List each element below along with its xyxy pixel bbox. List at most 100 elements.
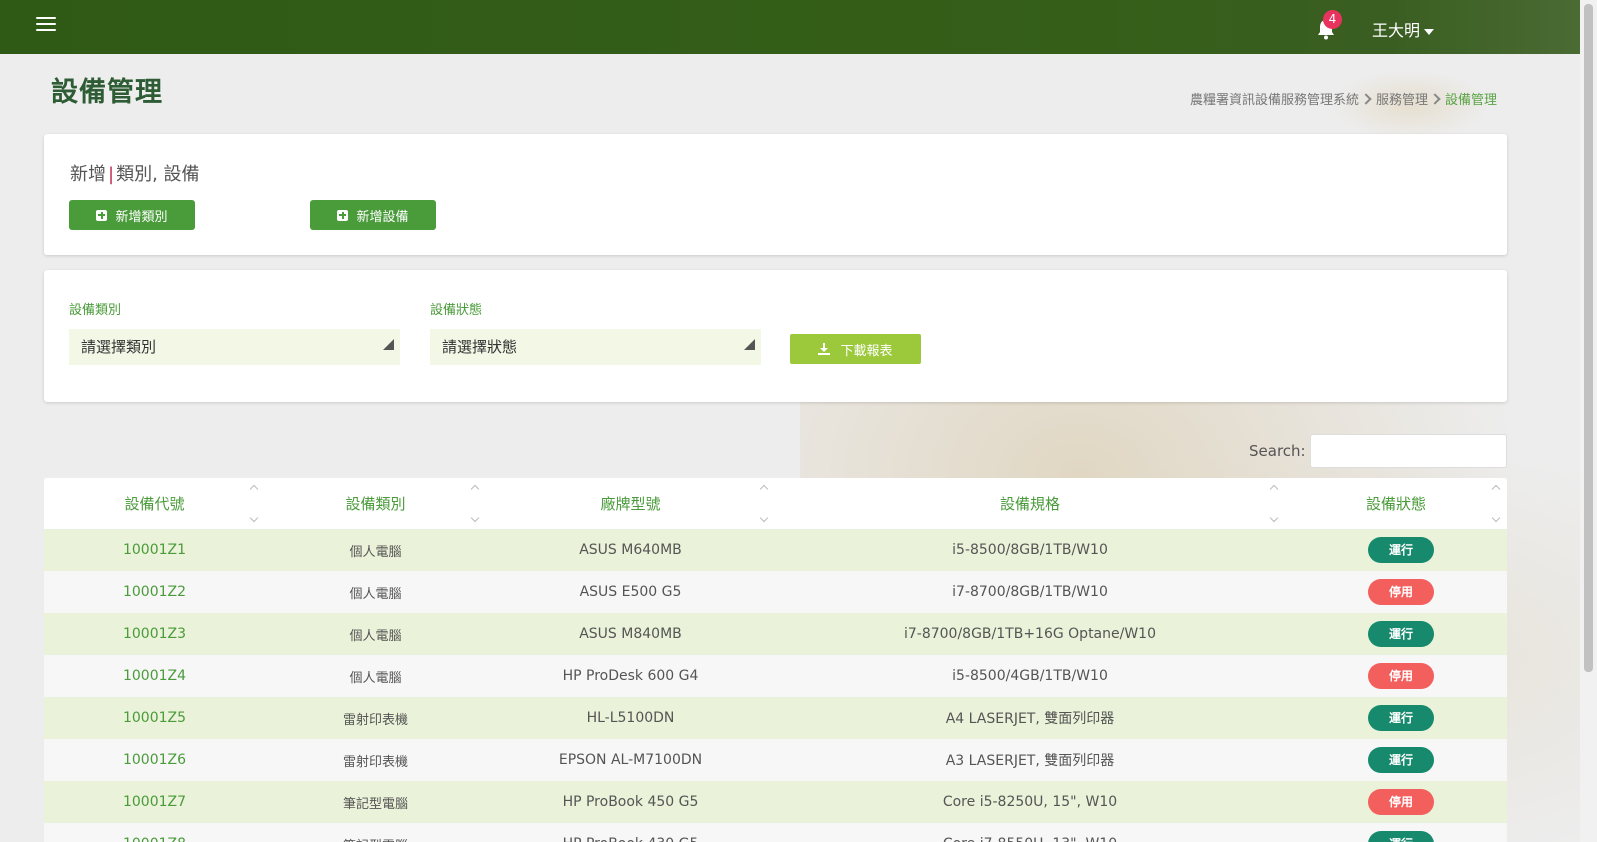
equipment-spec-cell: i5-8500/4GB/1TB/W10 [775, 655, 1285, 697]
category-filter-label: 設備類別 [69, 303, 122, 318]
header-label: 設備代號 [124, 495, 185, 513]
equipment-status-cell: 停用 [1285, 781, 1507, 823]
breadcrumb-item-current: 設備管理 [1444, 93, 1497, 108]
add-category-button[interactable]: 新增類別 [69, 200, 195, 230]
column-header-spec[interactable]: 設備規格 [775, 478, 1285, 529]
status-badge[interactable]: 運行 [1368, 831, 1434, 842]
add-card-title: 新增 | 類別, 設備 [70, 160, 200, 186]
download-report-label: 下載報表 [840, 343, 893, 359]
status-badge[interactable]: 運行 [1368, 537, 1434, 563]
equipment-model-cell: HP ProDesk 600 G4 [486, 655, 775, 697]
chevron-right-icon [1429, 93, 1441, 105]
header-label: 廠牌型號 [600, 495, 661, 513]
status-badge[interactable]: 運行 [1368, 747, 1434, 773]
equipment-model-cell: HP ProBook 450 G5 [486, 781, 775, 823]
header-label: 設備類別 [345, 495, 406, 513]
table-row[interactable]: 10001Z3 個人電腦 ASUS M840MB i7-8700/8GB/1TB+16… [44, 613, 1507, 655]
equipment-category-cell: 雷射印表機 [265, 739, 486, 781]
breadcrumb-item-service[interactable]: 服務管理 [1376, 93, 1428, 108]
equipment-category-cell: 個人電腦 [265, 571, 486, 613]
table-row[interactable]: 10001Z5 雷射印表機 HL-L5100DN A4 LASERJET, 雙面列印器… [44, 697, 1507, 739]
download-report-button[interactable]: 下載報表 [790, 334, 921, 364]
equipment-status-cell: 停用 [1285, 655, 1507, 697]
equipment-table-container: 設備代號 設備類別 廠牌型號 設備規格 設備狀態 10001Z1 個人電腦 ASUS… [44, 478, 1507, 842]
add-card-title-prefix: 新增 [70, 164, 106, 185]
sort-up-icon [1491, 484, 1501, 494]
equipment-table: 設備代號 設備類別 廠牌型號 設備規格 設備狀態 10001Z1 個人電腦 ASUS… [44, 478, 1507, 842]
table-row[interactable]: 10001Z8筆記型電腦HP ProBook 430 G5Core i7-855… [44, 823, 1507, 842]
status-badge[interactable]: 停用 [1368, 663, 1434, 689]
add-equipment-button[interactable]: 新增設備 [310, 200, 436, 230]
table-row[interactable]: 10001Z2 個人電腦 ASUS E500 G5 i7-8700/8GB/1TB/W… [44, 571, 1507, 613]
equipment-code-cell[interactable]: 10001Z7 [44, 781, 265, 823]
sort-down-icon [759, 513, 769, 523]
sort-down-icon [1269, 513, 1279, 523]
equipment-spec-cell: i7-8700/8GB/1TB+16G Optane/W10 [775, 613, 1285, 655]
sort-down-icon [470, 513, 480, 523]
table-row[interactable]: 10001Z4 個人電腦 HP ProDesk 600 G4 i5-8500/4GB/… [44, 655, 1507, 697]
status-badge[interactable]: 停用 [1368, 789, 1434, 815]
search-input[interactable] [1310, 434, 1507, 468]
vertical-scrollbar[interactable] [1580, 0, 1597, 842]
status-filter-label: 設備狀態 [430, 303, 483, 318]
status-select[interactable]: 請選擇狀態 [430, 329, 761, 365]
equipment-code-cell[interactable]: 10001Z2 [44, 571, 265, 613]
chevron-down-icon [1424, 28, 1435, 35]
column-header-status[interactable]: 設備狀態 [1285, 478, 1507, 529]
table-row[interactable]: 10001Z6 雷射印表機 EPSON AL-M7100DN A3 LASERJET,… [44, 739, 1507, 781]
plus-square-icon [337, 209, 349, 221]
equipment-status-cell: 停用 [1285, 571, 1507, 613]
status-badge[interactable]: 運行 [1368, 621, 1434, 647]
hamburger-menu-icon[interactable] [36, 17, 56, 33]
notification-count-badge: 4 [1323, 10, 1342, 29]
scrollbar-thumb[interactable] [1584, 4, 1593, 672]
table-row[interactable]: 10001Z7 筆記型電腦 HP ProBook 450 G5 Core i5-825… [44, 781, 1507, 823]
equipment-category-cell: 筆記型電腦 [265, 781, 486, 823]
header-label: 設備規格 [999, 495, 1060, 513]
table-row[interactable]: 10001Z1 個人電腦 ASUS M640MB i5-8500/8GB/1TB/W1… [44, 529, 1507, 571]
equipment-category-cell: 個人電腦 [265, 613, 486, 655]
equipment-spec-cell: i7-8700/8GB/1TB/W10 [775, 571, 1285, 613]
equipment-code-cell[interactable]: 10001Z3 [44, 613, 265, 655]
equipment-category-cell: 個人電腦 [265, 529, 486, 571]
equipment-code-cell[interactable]: 10001Z5 [44, 697, 265, 739]
equipment-spec-cell: A3 LASERJET, 雙面列印器 [775, 739, 1285, 781]
sort-up-icon [759, 484, 769, 494]
status-select-value: 請選擇狀態 [442, 338, 518, 356]
chevron-right-icon [1360, 93, 1372, 105]
user-name: 王大明 [1372, 21, 1421, 40]
top-navbar: 4 王大明 [0, 0, 1580, 54]
breadcrumb-item-home[interactable]: 農糧署資訊設備服務管理系統 [1190, 93, 1359, 108]
equipment-status-cell: 運行 [1285, 823, 1507, 842]
equipment-model-cell: HP ProBook 430 G5 [486, 823, 775, 842]
add-card-title-suffix: 類別, 設備 [116, 164, 200, 185]
search-label: Search: [1249, 442, 1306, 460]
equipment-code-cell[interactable]: 10001Z6 [44, 739, 265, 781]
dropdown-triangle-icon [744, 339, 755, 350]
column-header-code[interactable]: 設備代號 [44, 478, 265, 529]
column-header-model[interactable]: 廠牌型號 [486, 478, 775, 529]
table-body: 10001Z1 個人電腦 ASUS M640MB i5-8500/8GB/1TB/W1… [44, 529, 1507, 842]
status-badge[interactable]: 運行 [1368, 705, 1434, 731]
equipment-spec-cell: i5-8500/8GB/1TB/W10 [775, 529, 1285, 571]
sort-up-icon [1269, 484, 1279, 494]
breadcrumb: 農糧署資訊設備服務管理系統 服務管理 設備管理 [1190, 89, 1497, 108]
equipment-code-cell[interactable]: 10001Z8 [44, 823, 265, 842]
equipment-status-cell: 運行 [1285, 697, 1507, 739]
equipment-category-cell: 雷射印表機 [265, 697, 486, 739]
title-divider: | [108, 164, 115, 185]
add-card: 新增 | 類別, 設備 新增類別 新增設備 [44, 134, 1507, 255]
equipment-status-cell: 運行 [1285, 739, 1507, 781]
category-select[interactable]: 請選擇類別 [69, 329, 400, 365]
equipment-code-cell[interactable]: 10001Z4 [44, 655, 265, 697]
filter-card: 設備類別 請選擇類別 設備狀態 請選擇狀態 下載報表 [44, 270, 1507, 402]
dropdown-triangle-icon [383, 339, 394, 350]
add-equipment-label: 新增設備 [356, 209, 409, 225]
equipment-code-cell[interactable]: 10001Z1 [44, 529, 265, 571]
user-menu[interactable]: 王大明 [1372, 17, 1435, 41]
equipment-model-cell: ASUS E500 G5 [486, 571, 775, 613]
status-badge[interactable]: 停用 [1368, 579, 1434, 605]
column-header-category[interactable]: 設備類別 [265, 478, 486, 529]
category-select-value: 請選擇類別 [81, 338, 157, 356]
equipment-spec-cell: A4 LASERJET, 雙面列印器 [775, 697, 1285, 739]
